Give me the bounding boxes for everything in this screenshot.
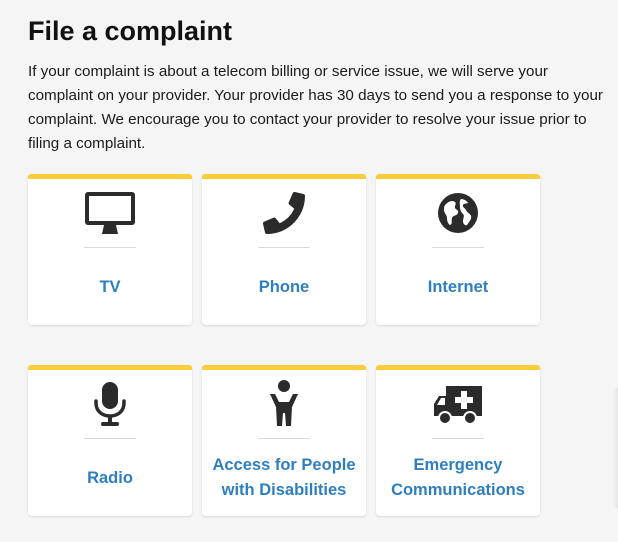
category-label: Access for People with Disabilities bbox=[212, 456, 356, 499]
card-divider bbox=[432, 247, 484, 248]
scroll-edge-shadow bbox=[612, 388, 618, 508]
category-card-radio[interactable]: Radio bbox=[28, 365, 192, 516]
category-card-phone[interactable]: Phone bbox=[202, 174, 366, 325]
card-divider bbox=[432, 438, 484, 439]
category-label: Emergency Communications bbox=[391, 456, 525, 499]
category-card-tv[interactable]: TV bbox=[28, 174, 192, 325]
card-divider bbox=[258, 247, 310, 248]
category-card-emergency[interactable]: Emergency Communications bbox=[376, 365, 540, 516]
category-label: TV bbox=[99, 277, 121, 296]
ambulance-icon bbox=[376, 378, 540, 430]
category-label: Internet bbox=[427, 277, 489, 296]
category-card-accessibility[interactable]: Access for People with Disabilities bbox=[202, 365, 366, 516]
phone-handset-icon bbox=[202, 187, 366, 239]
category-label: Radio bbox=[87, 468, 133, 487]
tv-monitor-icon bbox=[28, 187, 192, 239]
globe-icon bbox=[376, 187, 540, 239]
category-label: Phone bbox=[258, 277, 310, 296]
card-divider bbox=[84, 247, 136, 248]
page-title: File a complaint bbox=[28, 16, 233, 46]
person-icon bbox=[202, 378, 366, 430]
category-card-internet[interactable]: Internet bbox=[376, 174, 540, 325]
intro-text: If your complaint is about a telecom bil… bbox=[28, 63, 603, 152]
card-divider bbox=[84, 438, 136, 439]
card-divider bbox=[258, 438, 310, 439]
microphone-icon bbox=[28, 378, 192, 430]
